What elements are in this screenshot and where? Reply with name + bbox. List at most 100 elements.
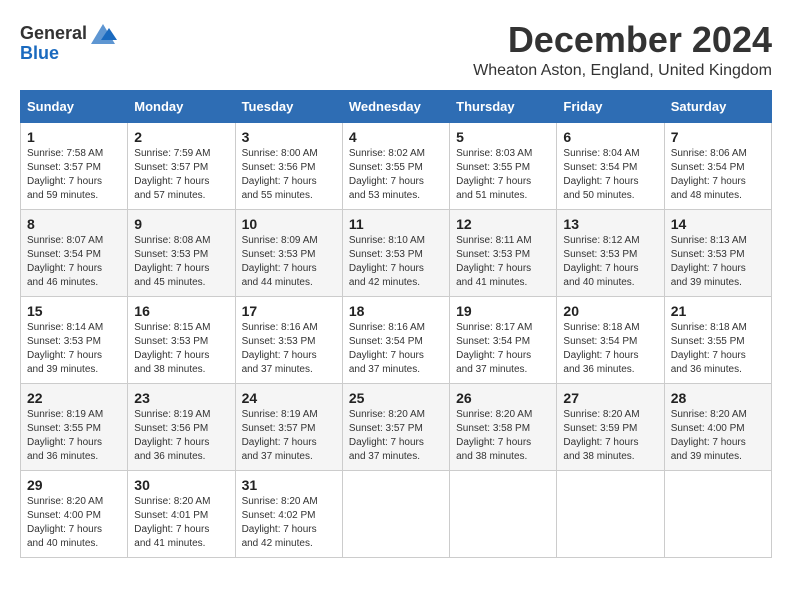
calendar-week-3: 15 Sunrise: 8:14 AMSunset: 3:53 PMDaylig… (21, 296, 772, 383)
day-number: 14 (671, 216, 765, 232)
day-number: 2 (134, 129, 228, 145)
day-number: 21 (671, 303, 765, 319)
day-info: Sunrise: 8:20 AMSunset: 4:02 PMDaylight:… (242, 495, 336, 551)
day-info: Sunrise: 8:10 AMSunset: 3:53 PMDaylight:… (349, 234, 443, 290)
table-row: 23 Sunrise: 8:19 AMSunset: 3:56 PMDaylig… (128, 383, 235, 470)
day-number: 12 (456, 216, 550, 232)
table-row (342, 470, 449, 557)
day-info: Sunrise: 8:07 AMSunset: 3:54 PMDaylight:… (27, 234, 121, 290)
day-info: Sunrise: 8:11 AMSunset: 3:53 PMDaylight:… (456, 234, 550, 290)
day-info: Sunrise: 8:20 AMSunset: 4:00 PMDaylight:… (671, 408, 765, 464)
table-row (450, 470, 557, 557)
table-row (664, 470, 771, 557)
day-number: 17 (242, 303, 336, 319)
day-number: 10 (242, 216, 336, 232)
table-row: 28 Sunrise: 8:20 AMSunset: 4:00 PMDaylig… (664, 383, 771, 470)
day-info: Sunrise: 8:03 AMSunset: 3:55 PMDaylight:… (456, 147, 550, 203)
month-title: December 2024 (473, 20, 772, 60)
day-info: Sunrise: 8:06 AMSunset: 3:54 PMDaylight:… (671, 147, 765, 203)
day-number: 4 (349, 129, 443, 145)
day-info: Sunrise: 8:19 AMSunset: 3:57 PMDaylight:… (242, 408, 336, 464)
table-row: 2 Sunrise: 7:59 AMSunset: 3:57 PMDayligh… (128, 122, 235, 209)
header-saturday: Saturday (664, 90, 771, 122)
day-info: Sunrise: 8:17 AMSunset: 3:54 PMDaylight:… (456, 321, 550, 377)
header-thursday: Thursday (450, 90, 557, 122)
day-number: 1 (27, 129, 121, 145)
table-row: 3 Sunrise: 8:00 AMSunset: 3:56 PMDayligh… (235, 122, 342, 209)
day-info: Sunrise: 8:20 AMSunset: 3:58 PMDaylight:… (456, 408, 550, 464)
day-number: 25 (349, 390, 443, 406)
day-info: Sunrise: 8:16 AMSunset: 3:54 PMDaylight:… (349, 321, 443, 377)
day-info: Sunrise: 8:20 AMSunset: 3:59 PMDaylight:… (563, 408, 657, 464)
table-row: 14 Sunrise: 8:13 AMSunset: 3:53 PMDaylig… (664, 209, 771, 296)
header-wednesday: Wednesday (342, 90, 449, 122)
day-info: Sunrise: 8:13 AMSunset: 3:53 PMDaylight:… (671, 234, 765, 290)
calendar-table: Sunday Monday Tuesday Wednesday Thursday… (20, 90, 772, 558)
table-row: 25 Sunrise: 8:20 AMSunset: 3:57 PMDaylig… (342, 383, 449, 470)
table-row: 12 Sunrise: 8:11 AMSunset: 3:53 PMDaylig… (450, 209, 557, 296)
header-tuesday: Tuesday (235, 90, 342, 122)
day-number: 27 (563, 390, 657, 406)
calendar-header-row: Sunday Monday Tuesday Wednesday Thursday… (21, 90, 772, 122)
day-number: 30 (134, 477, 228, 493)
table-row: 21 Sunrise: 8:18 AMSunset: 3:55 PMDaylig… (664, 296, 771, 383)
day-number: 5 (456, 129, 550, 145)
table-row (557, 470, 664, 557)
day-number: 6 (563, 129, 657, 145)
day-number: 23 (134, 390, 228, 406)
table-row: 8 Sunrise: 8:07 AMSunset: 3:54 PMDayligh… (21, 209, 128, 296)
calendar-week-5: 29 Sunrise: 8:20 AMSunset: 4:00 PMDaylig… (21, 470, 772, 557)
table-row: 6 Sunrise: 8:04 AMSunset: 3:54 PMDayligh… (557, 122, 664, 209)
logo-general: General (20, 24, 87, 44)
day-info: Sunrise: 8:19 AMSunset: 3:56 PMDaylight:… (134, 408, 228, 464)
day-number: 26 (456, 390, 550, 406)
day-info: Sunrise: 8:09 AMSunset: 3:53 PMDaylight:… (242, 234, 336, 290)
table-row: 22 Sunrise: 8:19 AMSunset: 3:55 PMDaylig… (21, 383, 128, 470)
table-row: 9 Sunrise: 8:08 AMSunset: 3:53 PMDayligh… (128, 209, 235, 296)
day-info: Sunrise: 8:00 AMSunset: 3:56 PMDaylight:… (242, 147, 336, 203)
table-row: 1 Sunrise: 7:58 AMSunset: 3:57 PMDayligh… (21, 122, 128, 209)
table-row: 4 Sunrise: 8:02 AMSunset: 3:55 PMDayligh… (342, 122, 449, 209)
logo-blue: Blue (20, 44, 59, 64)
header-friday: Friday (557, 90, 664, 122)
day-info: Sunrise: 8:18 AMSunset: 3:54 PMDaylight:… (563, 321, 657, 377)
day-number: 16 (134, 303, 228, 319)
title-area: December 2024 Wheaton Aston, England, Un… (473, 20, 772, 80)
table-row: 27 Sunrise: 8:20 AMSunset: 3:59 PMDaylig… (557, 383, 664, 470)
day-info: Sunrise: 8:20 AMSunset: 3:57 PMDaylight:… (349, 408, 443, 464)
day-number: 28 (671, 390, 765, 406)
day-number: 20 (563, 303, 657, 319)
day-info: Sunrise: 8:04 AMSunset: 3:54 PMDaylight:… (563, 147, 657, 203)
calendar-week-1: 1 Sunrise: 7:58 AMSunset: 3:57 PMDayligh… (21, 122, 772, 209)
table-row: 5 Sunrise: 8:03 AMSunset: 3:55 PMDayligh… (450, 122, 557, 209)
day-info: Sunrise: 8:14 AMSunset: 3:53 PMDaylight:… (27, 321, 121, 377)
table-row: 20 Sunrise: 8:18 AMSunset: 3:54 PMDaylig… (557, 296, 664, 383)
calendar-week-2: 8 Sunrise: 8:07 AMSunset: 3:54 PMDayligh… (21, 209, 772, 296)
day-number: 3 (242, 129, 336, 145)
day-info: Sunrise: 7:59 AMSunset: 3:57 PMDaylight:… (134, 147, 228, 203)
day-number: 7 (671, 129, 765, 145)
day-number: 13 (563, 216, 657, 232)
day-number: 11 (349, 216, 443, 232)
day-number: 22 (27, 390, 121, 406)
table-row: 26 Sunrise: 8:20 AMSunset: 3:58 PMDaylig… (450, 383, 557, 470)
day-info: Sunrise: 8:19 AMSunset: 3:55 PMDaylight:… (27, 408, 121, 464)
table-row: 19 Sunrise: 8:17 AMSunset: 3:54 PMDaylig… (450, 296, 557, 383)
table-row: 10 Sunrise: 8:09 AMSunset: 3:53 PMDaylig… (235, 209, 342, 296)
table-row: 24 Sunrise: 8:19 AMSunset: 3:57 PMDaylig… (235, 383, 342, 470)
table-row: 18 Sunrise: 8:16 AMSunset: 3:54 PMDaylig… (342, 296, 449, 383)
day-info: Sunrise: 8:20 AMSunset: 4:00 PMDaylight:… (27, 495, 121, 551)
day-number: 8 (27, 216, 121, 232)
day-number: 19 (456, 303, 550, 319)
day-info: Sunrise: 8:15 AMSunset: 3:53 PMDaylight:… (134, 321, 228, 377)
day-number: 29 (27, 477, 121, 493)
day-info: Sunrise: 8:08 AMSunset: 3:53 PMDaylight:… (134, 234, 228, 290)
day-info: Sunrise: 8:20 AMSunset: 4:01 PMDaylight:… (134, 495, 228, 551)
logo: General Blue (20, 20, 117, 64)
day-info: Sunrise: 8:18 AMSunset: 3:55 PMDaylight:… (671, 321, 765, 377)
day-info: Sunrise: 7:58 AMSunset: 3:57 PMDaylight:… (27, 147, 121, 203)
table-row: 30 Sunrise: 8:20 AMSunset: 4:01 PMDaylig… (128, 470, 235, 557)
table-row: 17 Sunrise: 8:16 AMSunset: 3:53 PMDaylig… (235, 296, 342, 383)
table-row: 13 Sunrise: 8:12 AMSunset: 3:53 PMDaylig… (557, 209, 664, 296)
logo-icon (89, 20, 117, 48)
